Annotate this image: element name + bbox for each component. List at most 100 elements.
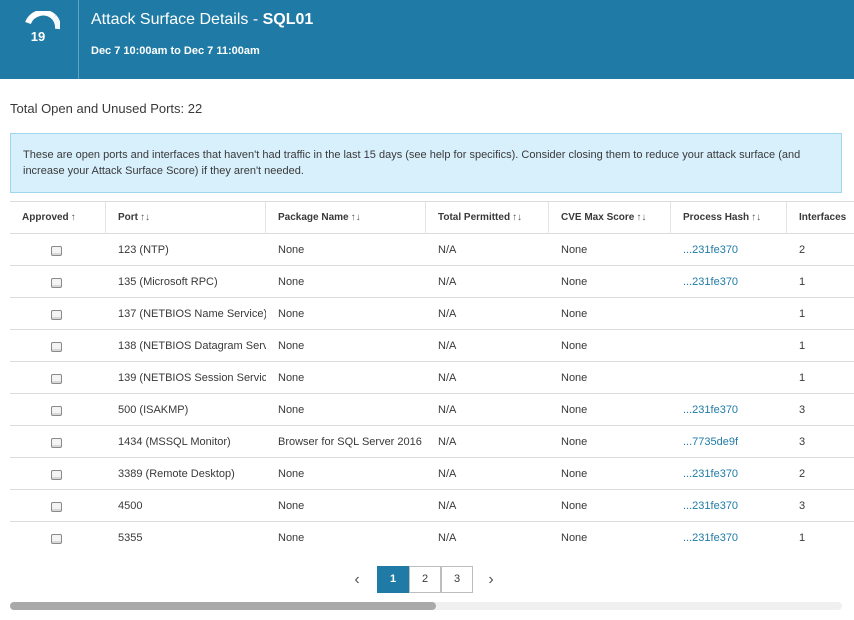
table-row: 137 (NETBIOS Name Service) None N/A None 1 <box>10 298 854 330</box>
cell-permitted: N/A <box>438 404 457 416</box>
cell-permitted: N/A <box>438 436 457 448</box>
time-range: Dec 7 10:00am to Dec 7 11:00am <box>91 45 260 57</box>
page-title: Attack Surface Details - SQL01 <box>91 11 313 29</box>
cell-port: 123 (NTP) <box>118 244 169 256</box>
column-header-cve-max-score[interactable]: CVE Max Score ↑↓ <box>549 202 671 234</box>
sort-icon[interactable]: ↑ <box>71 212 76 223</box>
cell-package: Browser for SQL Server 2016 <box>278 436 422 448</box>
approved-checkbox[interactable] <box>51 406 62 416</box>
cell-cve: None <box>561 276 588 288</box>
approved-checkbox[interactable] <box>51 502 62 512</box>
cell-permitted: N/A <box>438 308 457 320</box>
cell-interfaces: 2 <box>799 244 806 256</box>
scrollbar-thumb[interactable] <box>10 602 436 610</box>
page-header: 19 Attack Surface Details - SQL01 Dec 7 … <box>0 0 854 79</box>
sort-icon[interactable]: ↑↓ <box>140 212 150 223</box>
approved-checkbox[interactable] <box>51 342 62 352</box>
cell-hash[interactable]: ...231fe370 <box>671 458 787 490</box>
cell-interfaces: 1 <box>799 372 806 384</box>
cell-hash[interactable]: ...231fe370 <box>671 266 787 298</box>
column-header-approved[interactable]: Approved ↑ <box>10 202 106 234</box>
table-row: 5355 None N/A None ...231fe370 1 <box>10 522 854 553</box>
cell-hash[interactable] <box>671 362 787 394</box>
approved-checkbox[interactable] <box>51 278 62 288</box>
table-row: 135 (Microsoft RPC) None N/A None ...231fe37… <box>10 266 854 298</box>
prev-page-button[interactable]: ‹ <box>346 566 368 593</box>
cell-permitted: N/A <box>438 532 457 544</box>
info-banner: These are open ports and interfaces that… <box>10 133 842 193</box>
cell-port: 135 (Microsoft RPC) <box>118 276 218 288</box>
page-2-button[interactable]: 2 <box>409 566 441 593</box>
cell-hash[interactable]: ...231fe370 <box>671 522 787 553</box>
table-row: 123 (NTP) None N/A None ...231fe370 2 <box>10 234 854 266</box>
sort-icon[interactable]: ↑↓ <box>512 212 522 223</box>
cell-hash[interactable]: ...7735de9f <box>671 426 787 458</box>
cell-permitted: N/A <box>438 340 457 352</box>
cell-package: None <box>278 340 305 352</box>
cell-interfaces: 3 <box>799 500 806 512</box>
sort-icon[interactable]: ↑↓ <box>351 212 361 223</box>
cell-permitted: N/A <box>438 500 457 512</box>
cell-permitted: N/A <box>438 244 457 256</box>
approved-checkbox[interactable] <box>51 470 62 480</box>
cell-cve: None <box>561 308 588 320</box>
approved-checkbox[interactable] <box>51 534 62 544</box>
cell-port: 3389 (Remote Desktop) <box>118 468 235 480</box>
next-page-button[interactable]: › <box>480 566 502 593</box>
column-header-label: Approved <box>22 212 69 223</box>
cell-package: None <box>278 500 305 512</box>
table-row: 500 (ISAKMP) None N/A None ...231fe370 3 <box>10 394 854 426</box>
column-header-port[interactable]: Port ↑↓ <box>106 202 266 234</box>
cell-port: 500 (ISAKMP) <box>118 404 189 416</box>
score-value: 19 <box>30 29 46 44</box>
cell-hash[interactable] <box>671 330 787 362</box>
column-header-label: Package Name <box>278 212 349 223</box>
approved-checkbox[interactable] <box>51 374 62 384</box>
sort-icon[interactable]: ↑↓ <box>636 212 646 223</box>
cell-permitted: N/A <box>438 276 457 288</box>
total-open-ports: Total Open and Unused Ports: 22 <box>10 101 203 116</box>
cell-permitted: N/A <box>438 372 457 384</box>
title-prefix: Attack Surface Details - <box>91 11 263 28</box>
column-header-process-hash[interactable]: Process Hash ↑↓ <box>671 202 787 234</box>
column-header-total-permitted[interactable]: Total Permitted ↑↓ <box>426 202 549 234</box>
column-header-label: Port <box>118 212 138 223</box>
cell-package: None <box>278 244 305 256</box>
cell-package: None <box>278 468 305 480</box>
sort-icon[interactable]: ↑↓ <box>751 212 761 223</box>
table-row: 138 (NETBIOS Datagram Service) None N/A Non… <box>10 330 854 362</box>
cell-hash[interactable]: ...231fe370 <box>671 234 787 266</box>
table-row: 139 (NETBIOS Session Service) None N/A None… <box>10 362 854 394</box>
approved-checkbox[interactable] <box>51 438 62 448</box>
page-3-button[interactable]: 3 <box>441 566 473 593</box>
table-row: 1434 (MSSQL Monitor) Browser for SQL Serv… <box>10 426 854 458</box>
cell-cve: None <box>561 436 588 448</box>
cell-package: None <box>278 532 305 544</box>
approved-checkbox[interactable] <box>51 246 62 256</box>
table-row: 4500 None N/A None ...231fe370 3 <box>10 490 854 522</box>
column-header-label: Process Hash <box>683 212 750 223</box>
horizontal-scrollbar[interactable] <box>10 602 842 610</box>
table-header-row: Approved ↑ Port ↑↓ Package Name ↑↓ Total Permi… <box>10 201 854 234</box>
cell-package: None <box>278 404 305 416</box>
cell-interfaces: 3 <box>799 436 806 448</box>
cell-port: 138 (NETBIOS Datagram Service) <box>118 340 266 352</box>
attack-surface-score: 19 <box>0 0 79 79</box>
cell-port: 139 (NETBIOS Session Service) <box>118 372 266 384</box>
cell-cve: None <box>561 404 588 416</box>
page-1-button[interactable]: 1 <box>377 566 409 593</box>
info-text: These are open ports and interfaces that… <box>23 149 801 177</box>
cell-port: 5355 <box>118 532 143 544</box>
cell-interfaces: 2 <box>799 468 806 480</box>
cell-hash[interactable]: ...231fe370 <box>671 490 787 522</box>
cell-cve: None <box>561 244 588 256</box>
cell-interfaces: 1 <box>799 276 806 288</box>
cell-hash[interactable] <box>671 298 787 330</box>
cell-hash[interactable]: ...231fe370 <box>671 394 787 426</box>
cell-cve: None <box>561 532 588 544</box>
cell-cve: None <box>561 468 588 480</box>
column-header-interfaces[interactable]: Interfaces <box>787 202 854 234</box>
column-header-package-name[interactable]: Package Name ↑↓ <box>266 202 426 234</box>
approved-checkbox[interactable] <box>51 310 62 320</box>
cell-interfaces: 1 <box>799 340 806 352</box>
